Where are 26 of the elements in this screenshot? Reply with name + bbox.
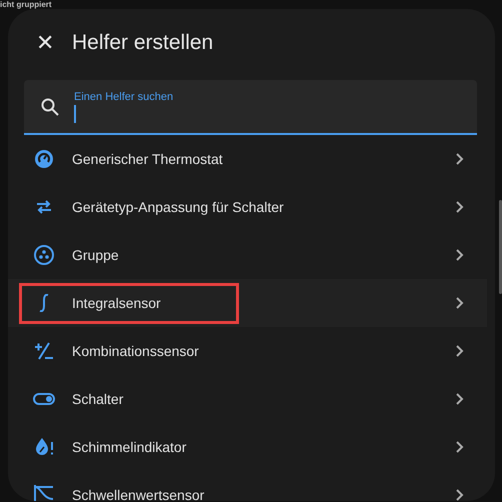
search-icon [40, 96, 60, 116]
group-icon [32, 243, 56, 267]
chevron-icon [455, 296, 465, 310]
chevron-icon [455, 392, 465, 406]
dialog-title: Helfer erstellen [72, 30, 214, 56]
chevron-icon [455, 488, 465, 501]
list-item[interactable]: Gruppe [8, 231, 487, 279]
chevron-icon [455, 248, 465, 262]
list-item[interactable]: Schimmelindikator [8, 423, 487, 471]
threshold-icon [32, 483, 56, 501]
chevron-icon [455, 344, 465, 358]
chevron-icon [455, 200, 465, 214]
list-item[interactable]: Integralsensor [8, 279, 487, 327]
list-item[interactable]: Schalter [8, 375, 487, 423]
list-item[interactable]: Generischer Thermostat [8, 135, 487, 183]
integral-icon [39, 294, 49, 312]
list-item[interactable]: Gerätetyp-Anpassung für Schalter [8, 183, 487, 231]
list-item[interactable]: Kombinationssensor [8, 327, 487, 375]
close-button[interactable]: ✕ [32, 32, 58, 54]
chevron-icon [455, 440, 465, 454]
search-field[interactable]: Einen Helfer suchen [24, 80, 477, 135]
chevron-icon [455, 152, 465, 166]
list-item[interactable]: Schwellenwertsensor [8, 471, 487, 501]
scrollbar[interactable] [499, 200, 502, 294]
background-text: icht gruppiert [0, 0, 54, 9]
thermostat-icon [32, 147, 56, 171]
